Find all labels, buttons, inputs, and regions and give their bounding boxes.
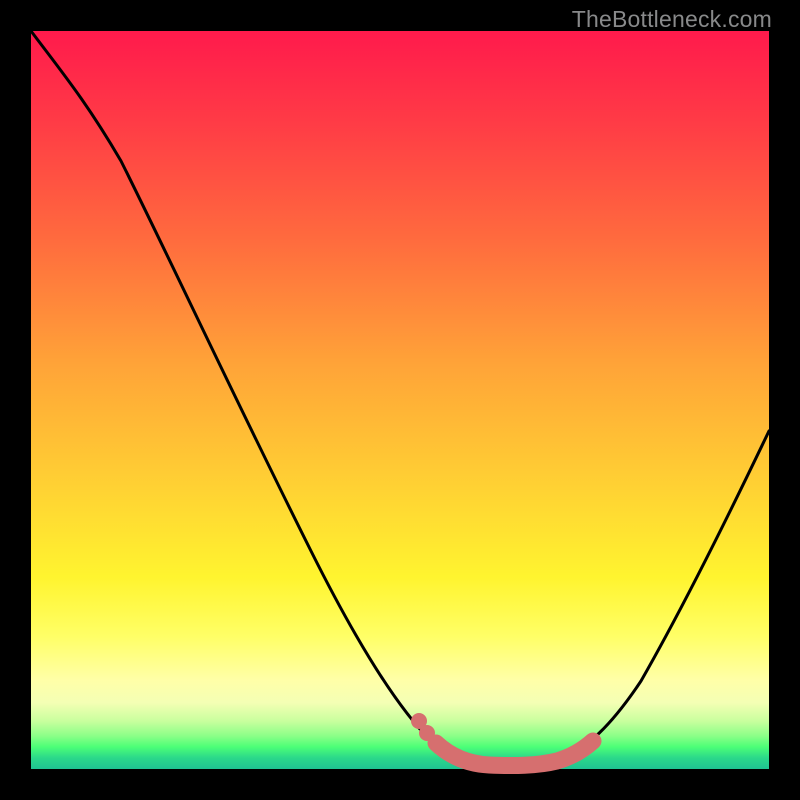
optimal-range-highlight	[436, 741, 593, 766]
watermark-text: TheBottleneck.com	[572, 6, 772, 33]
curve-layer	[31, 31, 769, 769]
chart-frame: TheBottleneck.com	[0, 0, 800, 800]
bottleneck-curve	[31, 31, 769, 766]
highlight-marker	[419, 725, 435, 741]
